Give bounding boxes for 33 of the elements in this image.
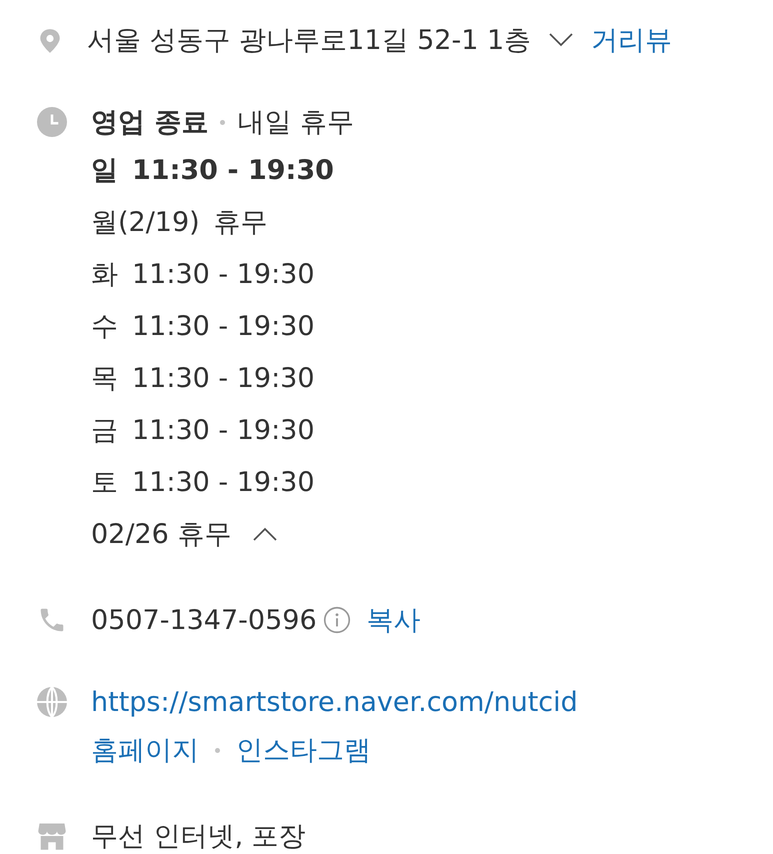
hours-text: 11:30 - 19:30 bbox=[132, 154, 334, 186]
caret-icon[interactable] bbox=[253, 527, 278, 541]
day-label: 목 bbox=[91, 362, 118, 396]
store-icon bbox=[37, 821, 67, 851]
day-label: 수 bbox=[91, 310, 118, 344]
day-label: 화 bbox=[91, 258, 118, 292]
social-link[interactable]: 인스타그램 bbox=[236, 732, 371, 768]
info-icon[interactable] bbox=[322, 606, 351, 634]
phone-number: 0507-1347-0596 bbox=[91, 604, 317, 636]
separator-dot bbox=[220, 120, 226, 124]
address-text: 서울 성동구 광나루로11길 52-1 1층 bbox=[87, 24, 532, 58]
street-view-link[interactable]: 거리뷰 bbox=[591, 22, 672, 58]
globe-icon bbox=[37, 687, 67, 717]
social-link[interactable]: 홈페이지 bbox=[91, 732, 199, 768]
clock-icon bbox=[37, 107, 67, 137]
holiday-note: 02/26 휴무 bbox=[91, 518, 232, 552]
hours-text: 11:30 - 19:30 bbox=[132, 258, 315, 290]
day-label: 월(2/19) bbox=[91, 206, 200, 240]
separator-dot bbox=[215, 748, 220, 752]
hours-text: 11:30 - 19:30 bbox=[132, 310, 315, 342]
open-status: 영업 종료 bbox=[91, 106, 208, 140]
day-label: 일 bbox=[91, 154, 118, 188]
website-link[interactable]: https://smartstore.naver.com/nutcid bbox=[91, 686, 578, 718]
amenities-text: 무선 인터넷, 포장 bbox=[91, 820, 306, 854]
day-label: 토 bbox=[91, 466, 118, 500]
hours-text: 11:30 - 19:30 bbox=[132, 466, 315, 498]
hours-text: 11:30 - 19:30 bbox=[132, 362, 315, 394]
caret-icon[interactable] bbox=[549, 33, 574, 47]
status-note: 내일 휴무 bbox=[237, 106, 354, 140]
hours-text: 11:30 - 19:30 bbox=[132, 414, 315, 446]
day-label: 금 bbox=[91, 414, 118, 448]
hours-text: 휴무 bbox=[214, 206, 268, 240]
copy-link[interactable]: 복사 bbox=[366, 602, 421, 638]
